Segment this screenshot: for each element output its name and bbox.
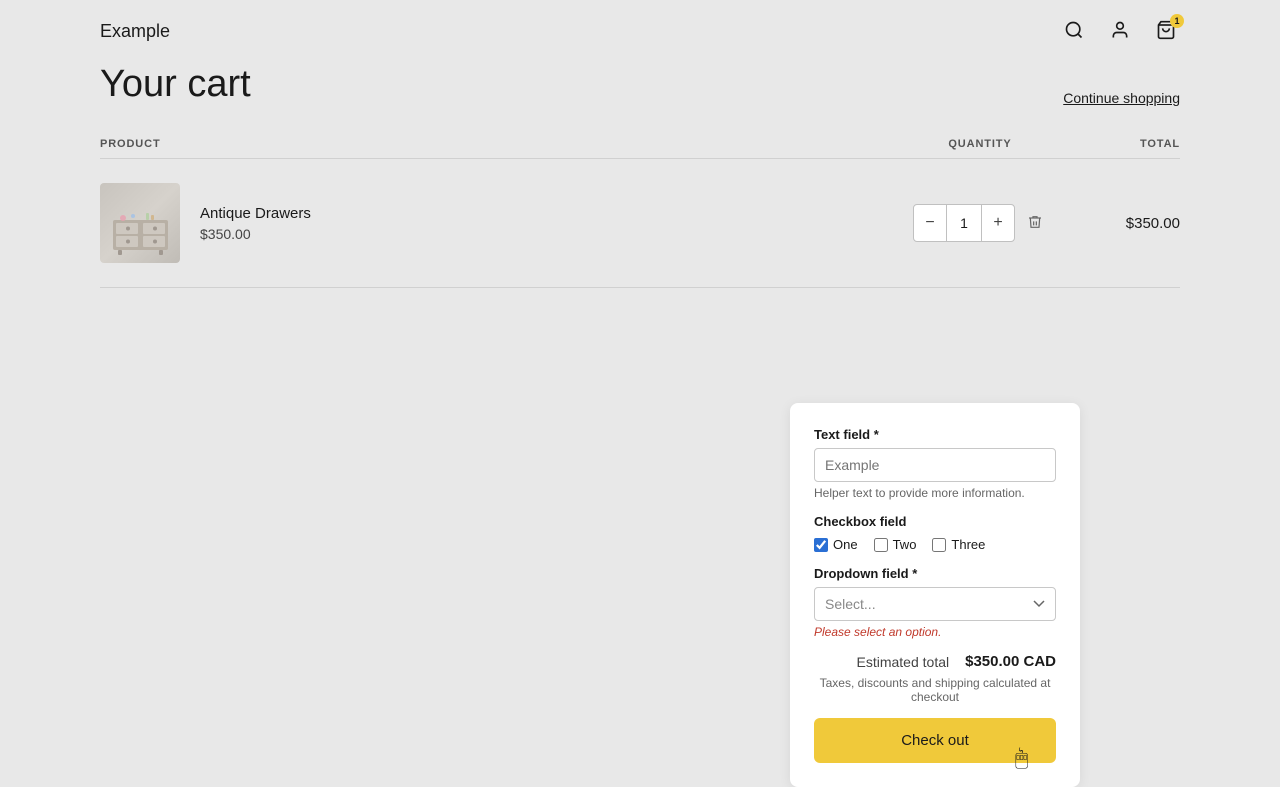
continue-shopping-button[interactable]: Continue shopping xyxy=(1063,90,1180,106)
checkbox-one-label: One xyxy=(833,537,858,552)
product-name: Antique Drawers xyxy=(200,205,311,222)
quantity-control: − 1 + xyxy=(913,204,1015,242)
taxes-text: Taxes, discounts and shipping calculated… xyxy=(814,676,1056,704)
text-field-label: Text field * xyxy=(814,427,1056,442)
product-column-header: PRODUCT xyxy=(100,138,900,150)
checkbox-group-label: Checkbox field xyxy=(814,514,1056,529)
checkbox-two-input[interactable] xyxy=(874,538,888,552)
search-button[interactable] xyxy=(1060,16,1088,47)
product-col: Antique Drawers $350.00 xyxy=(100,183,900,263)
header-icons: 1 xyxy=(1060,16,1180,47)
checkbox-three[interactable]: Three xyxy=(932,537,985,552)
estimated-value: $350.00 CAD xyxy=(965,653,1056,670)
product-image xyxy=(100,183,180,263)
text-field-input[interactable] xyxy=(814,448,1056,482)
quantity-increase-button[interactable]: + xyxy=(982,205,1014,241)
checkbox-three-label: Three xyxy=(951,537,985,552)
delete-item-button[interactable] xyxy=(1023,210,1047,237)
page-title: Your cart xyxy=(100,63,251,106)
checkbox-two-label: Two xyxy=(893,537,917,552)
quantity-decrease-button[interactable]: − xyxy=(914,205,946,241)
product-price: $350.00 xyxy=(200,226,311,242)
total-column-header: TOTAL xyxy=(1060,138,1180,150)
cart-button[interactable]: 1 xyxy=(1152,16,1180,47)
checkbox-two[interactable]: Two xyxy=(874,537,917,552)
cart-badge: 1 xyxy=(1170,14,1184,28)
estimated-label: Estimated total xyxy=(857,654,950,670)
quantity-value: 1 xyxy=(946,205,982,241)
cursor-icon: 🖱 xyxy=(1015,745,1028,771)
checkbox-group: One Two Three xyxy=(814,537,1056,552)
trash-icon xyxy=(1027,214,1043,230)
checkbox-three-input[interactable] xyxy=(932,538,946,552)
table-header: PRODUCT QUANTITY TOTAL xyxy=(100,130,1180,159)
checkout-button[interactable]: Check out 🖱 xyxy=(814,718,1056,763)
product-info: Antique Drawers $350.00 xyxy=(200,205,311,242)
checkbox-one[interactable]: One xyxy=(814,537,858,552)
checkbox-one-input[interactable] xyxy=(814,538,828,552)
text-field-helper: Helper text to provide more information. xyxy=(814,486,1056,500)
site-logo: Example xyxy=(100,21,170,42)
checkout-panel: Text field * Helper text to provide more… xyxy=(790,403,1080,787)
dropdown-select[interactable]: Select... Option 1 Option 2 Option 3 xyxy=(814,587,1056,621)
quantity-col: − 1 + xyxy=(900,204,1060,242)
dropdown-label: Dropdown field * xyxy=(814,566,1056,581)
checkout-button-label: Check out xyxy=(901,732,969,749)
estimated-total-row: Estimated total $350.00 CAD xyxy=(814,653,1056,670)
account-icon xyxy=(1110,20,1130,40)
item-total: $350.00 xyxy=(1060,215,1180,232)
search-icon xyxy=(1064,20,1084,40)
dropdown-error: Please select an option. xyxy=(814,625,1056,639)
account-button[interactable] xyxy=(1106,16,1134,47)
table-row: Antique Drawers $350.00 − 1 + $350.00 xyxy=(100,159,1180,288)
quantity-column-header: QUANTITY xyxy=(900,138,1060,150)
